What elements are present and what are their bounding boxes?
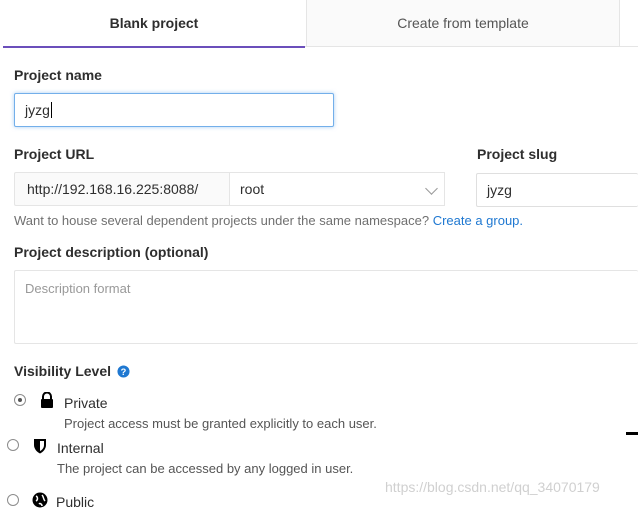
question-circle-icon[interactable]: ? bbox=[117, 365, 130, 378]
visibility-level-text: Visibility Level bbox=[14, 363, 112, 379]
visibility-public-label: Public bbox=[56, 494, 95, 510]
project-name-input[interactable]: jyzg bbox=[14, 93, 334, 127]
namespace-select[interactable]: root bbox=[230, 172, 445, 206]
visibility-internal-label: Internal bbox=[57, 440, 104, 456]
project-name-label: Project name bbox=[14, 67, 102, 83]
project-tabs: Blank project Create from template bbox=[3, 0, 638, 48]
namespace-help-message: Want to house several dependent projects… bbox=[14, 213, 430, 228]
chevron-down-icon bbox=[425, 182, 438, 195]
svg-text:?: ? bbox=[121, 367, 127, 377]
visibility-internal-radio[interactable] bbox=[7, 439, 19, 451]
text-caret bbox=[50, 102, 52, 118]
visibility-private-radio[interactable] bbox=[14, 394, 26, 406]
tab-blank-project[interactable]: Blank project bbox=[3, 0, 305, 48]
globe-icon bbox=[32, 492, 48, 508]
panel-edge bbox=[626, 432, 638, 435]
project-url-prefix-text: http://192.168.16.225:8088/ bbox=[27, 181, 199, 197]
visibility-private-label: Private bbox=[64, 395, 108, 411]
project-description-label: Project description (optional) bbox=[14, 244, 209, 260]
lock-icon bbox=[41, 392, 53, 408]
project-url-label: Project URL bbox=[14, 146, 95, 162]
description-placeholder: Description format bbox=[25, 281, 131, 296]
visibility-internal-desc: The project can be accessed by any logge… bbox=[57, 461, 354, 476]
watermark: https://blog.csdn.net/qq_34070179 bbox=[385, 479, 600, 495]
project-slug-label: Project slug bbox=[477, 146, 558, 162]
project-description-textarea[interactable]: Description format bbox=[14, 270, 638, 344]
project-slug-input[interactable]: jyzg bbox=[476, 173, 638, 207]
visibility-public-radio[interactable] bbox=[7, 494, 19, 506]
tab-create-from-template[interactable]: Create from template bbox=[306, 0, 620, 46]
project-url-prefix: http://192.168.16.225:8088/ bbox=[14, 172, 230, 206]
visibility-private-desc: Project access must be granted explicitl… bbox=[64, 416, 377, 431]
namespace-value: root bbox=[240, 181, 265, 197]
namespace-help-text: Want to house several dependent projects… bbox=[14, 213, 523, 228]
create-group-link[interactable]: Create a group. bbox=[433, 213, 523, 228]
visibility-level-label: Visibility Level ? bbox=[14, 363, 130, 379]
project-name-value: jyzg bbox=[25, 102, 50, 118]
project-slug-value: jyzg bbox=[487, 182, 512, 198]
shield-icon bbox=[34, 439, 46, 454]
